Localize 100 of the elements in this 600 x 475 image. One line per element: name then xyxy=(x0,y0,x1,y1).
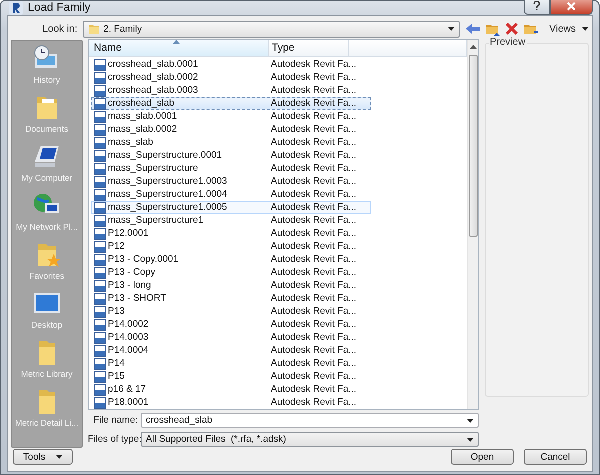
close-icon xyxy=(567,2,576,10)
file-name: P14.0003 xyxy=(108,332,149,343)
file-row[interactable]: mass_Superstructure1.0003 Autodesk Revit Fa... xyxy=(91,175,371,188)
file-row[interactable]: crosshead_slab.0003 Autodesk Revit Fa... xyxy=(91,84,371,97)
file-icon xyxy=(94,150,106,162)
file-name: mass_Superstructure1 xyxy=(108,215,204,226)
file-name: P18.0001 xyxy=(108,397,149,408)
file-row[interactable]: crosshead_slab.0002 Autodesk Revit Fa... xyxy=(91,71,371,84)
file-row[interactable]: mass_Superstructure.0001 Autodesk Revit Fa... xyxy=(91,149,371,162)
file-row[interactable]: P13 - long Autodesk Revit Fa... xyxy=(91,279,371,292)
file-name: P12.0001 xyxy=(108,228,149,239)
file-icon xyxy=(94,214,106,226)
file-name: crosshead_slab xyxy=(108,98,175,109)
close-button[interactable] xyxy=(550,0,593,14)
column-header[interactable]: Name xyxy=(89,40,269,56)
file-name: mass_Superstructure xyxy=(108,163,198,174)
file-row[interactable]: p16 & 17 Autodesk Revit Fa... xyxy=(91,383,371,396)
file-type: Autodesk Revit Fa... xyxy=(270,228,358,239)
file-name: P13 - Copy.0001 xyxy=(108,254,179,265)
file-name: P14.0002 xyxy=(108,319,149,330)
files-of-type-label: Files of type: xyxy=(88,434,141,445)
file-name: mass_slab.0002 xyxy=(108,124,178,135)
file-icon xyxy=(94,98,106,110)
file-icon xyxy=(94,266,106,278)
file-row[interactable]: crosshead_slab Autodesk Revit Fa... xyxy=(91,97,371,110)
file-name: P13 - long xyxy=(108,280,152,291)
file-row[interactable]: P12.0001 Autodesk Revit Fa... xyxy=(91,227,371,240)
file-icon xyxy=(94,344,106,356)
file-row[interactable]: P14.0002 Autodesk Revit Fa... xyxy=(91,318,371,331)
file-type: Autodesk Revit Fa... xyxy=(270,358,358,369)
file-row[interactable]: P15 Autodesk Revit Fa... xyxy=(91,370,371,383)
preview-label: Preview xyxy=(489,37,527,48)
file-type: Autodesk Revit Fa... xyxy=(270,215,358,226)
file-row[interactable]: P13 - Copy Autodesk Revit Fa... xyxy=(91,266,371,279)
file-row[interactable]: P13 - SHORT Autodesk Revit Fa... xyxy=(91,292,371,305)
help-button[interactable] xyxy=(524,0,550,14)
file-row[interactable]: mass_Superstructure Autodesk Revit Fa... xyxy=(91,162,371,175)
files-of-type-dropdown[interactable]: All Supported Files (*.rfa, *.adsk) xyxy=(141,432,479,447)
file-icon xyxy=(94,280,106,292)
file-row[interactable]: mass_slab.0001 Autodesk Revit Fa... xyxy=(91,110,371,123)
file-name-field[interactable]: crosshead_slab xyxy=(141,413,479,428)
tools-button[interactable]: Tools xyxy=(13,449,73,465)
file-row[interactable]: mass_Superstructure1.0004 Autodesk Revit Fa... xyxy=(91,188,371,201)
folder-icon xyxy=(88,23,100,35)
file-name: mass_Superstructure1.0005 xyxy=(108,202,228,213)
file-name: P13 - SHORT xyxy=(108,293,166,304)
file-type: Autodesk Revit Fa... xyxy=(270,319,358,330)
file-icon xyxy=(94,202,106,214)
file-row[interactable]: P14 Autodesk Revit Fa... xyxy=(91,357,371,370)
file-type: Autodesk Revit Fa... xyxy=(270,124,358,135)
back-arrow-icon[interactable] xyxy=(466,23,480,35)
look-in-label: Look in: xyxy=(42,24,79,34)
cancel-button[interactable]: Cancel xyxy=(524,449,587,465)
views-menu-button[interactable]: Views xyxy=(550,24,576,34)
look-in-dropdown[interactable]: 2. Family xyxy=(82,20,460,38)
file-name-label: File name: xyxy=(92,415,139,426)
file-row[interactable]: crosshead_slab.0001 Autodesk Revit Fa... xyxy=(91,58,371,71)
new-folder-icon[interactable] xyxy=(524,22,538,36)
file-type: Autodesk Revit Fa... xyxy=(270,306,358,317)
file-row[interactable]: mass_slab.0002 Autodesk Revit Fa... xyxy=(91,123,371,136)
file-row[interactable]: P13 Autodesk Revit Fa... xyxy=(91,305,371,318)
file-type: Autodesk Revit Fa... xyxy=(270,345,358,356)
sort-arrow-icon xyxy=(173,40,180,44)
file-icon xyxy=(94,136,106,148)
file-type: Autodesk Revit Fa... xyxy=(270,267,358,278)
vertical-scrollbar[interactable] xyxy=(467,40,478,409)
open-button[interactable]: Open xyxy=(451,449,514,465)
file-name: crosshead_slab.0002 xyxy=(108,72,198,83)
file-icon xyxy=(94,292,106,304)
file-icon xyxy=(94,162,106,174)
dropdown-arrow-icon xyxy=(467,418,474,422)
file-icon xyxy=(94,84,106,96)
file-type: Autodesk Revit Fa... xyxy=(270,332,358,343)
file-row[interactable]: mass_Superstructure1.0005 Autodesk Revit Fa... xyxy=(91,201,371,214)
file-type: Autodesk Revit Fa... xyxy=(270,189,358,200)
file-name: mass_Superstructure1.0003 xyxy=(108,176,228,187)
file-icon xyxy=(94,228,106,240)
file-icon xyxy=(94,358,106,370)
file-name: P12 xyxy=(108,241,125,252)
file-row[interactable]: P12 Autodesk Revit Fa... xyxy=(91,240,371,253)
file-row[interactable]: mass_Superstructure1 Autodesk Revit Fa... xyxy=(91,214,371,227)
file-row[interactable]: P13 - Copy.0001 Autodesk Revit Fa... xyxy=(91,253,371,266)
file-row[interactable]: P14.0003 Autodesk Revit Fa... xyxy=(91,331,371,344)
file-name: P13 xyxy=(108,306,125,317)
column-header[interactable]: Type xyxy=(269,40,349,56)
file-type: Autodesk Revit Fa... xyxy=(270,72,358,83)
file-type: Autodesk Revit Fa... xyxy=(270,397,358,408)
file-icon xyxy=(94,370,106,382)
file-row[interactable]: mass_slab Autodesk Revit Fa... xyxy=(91,136,371,149)
dropdown-arrow-icon[interactable] xyxy=(582,27,589,31)
file-name: mass_slab xyxy=(108,137,154,148)
file-type: Autodesk Revit Fa... xyxy=(270,98,358,109)
file-icon xyxy=(94,110,106,122)
folder-up-icon[interactable] xyxy=(486,22,500,36)
delete-icon[interactable] xyxy=(506,23,518,35)
file-type: Autodesk Revit Fa... xyxy=(270,150,358,161)
file-row[interactable]: P18.0001 Autodesk Revit Fa... xyxy=(91,396,371,409)
file-name: P13 - Copy xyxy=(108,267,156,278)
file-type: Autodesk Revit Fa... xyxy=(270,137,358,148)
file-row[interactable]: P14.0004 Autodesk Revit Fa... xyxy=(91,344,371,357)
